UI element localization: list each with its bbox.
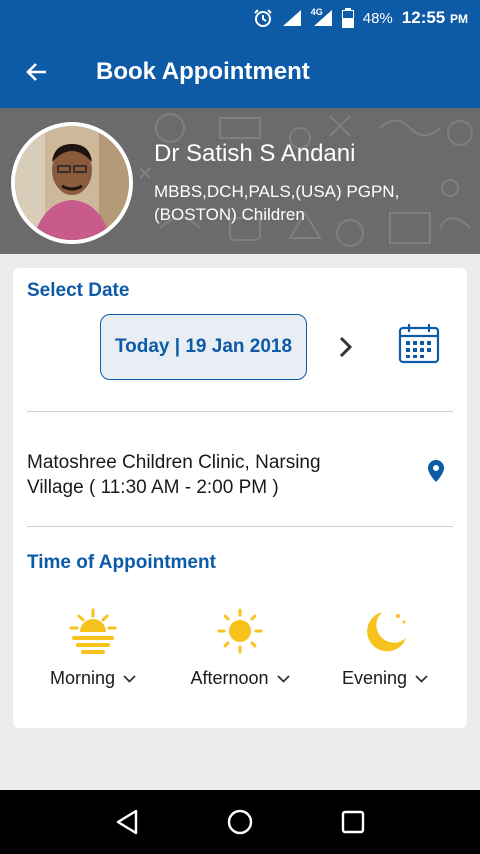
slot-morning[interactable]: Morning bbox=[28, 608, 158, 689]
doctor-name: Dr Satish S Andani bbox=[154, 140, 356, 167]
doctor-photo bbox=[15, 126, 129, 240]
back-arrow-icon bbox=[26, 63, 46, 81]
clinic-timing: Village ( 11:30 AM - 2:00 PM ) bbox=[27, 477, 279, 498]
nav-back-button[interactable] bbox=[107, 802, 147, 842]
location-pin-icon[interactable] bbox=[427, 459, 445, 483]
doctor-qualifications: MBBS,DCH,PALS,(USA) PGPN,(BOSTON) Childr… bbox=[154, 182, 400, 224]
chevron-right-icon bbox=[339, 336, 353, 358]
date-selector[interactable]: Today | 19 Jan 2018 bbox=[100, 314, 307, 380]
slot-label-morning: Morning bbox=[50, 668, 136, 689]
slot-text: Evening bbox=[341, 668, 408, 688]
network-type-label: 4G bbox=[310, 7, 323, 17]
circle-home-icon bbox=[227, 809, 253, 835]
signal-icon bbox=[282, 9, 302, 27]
triangle-back-icon bbox=[116, 809, 137, 835]
alarm-icon bbox=[253, 8, 273, 28]
doctor-avatar bbox=[11, 122, 133, 244]
time-of-appointment-heading: Time of Appointment bbox=[27, 552, 216, 573]
divider bbox=[27, 411, 453, 412]
nav-recents-button[interactable] bbox=[333, 802, 373, 842]
clinic-info[interactable]: Matoshree Children Clinic, Narsing Villa… bbox=[27, 450, 387, 500]
page-title: Book Appointment bbox=[96, 58, 310, 85]
select-date-heading: Select Date bbox=[27, 280, 130, 301]
system-navigation-bar bbox=[0, 790, 480, 854]
chevron-down-icon bbox=[123, 674, 136, 683]
divider bbox=[27, 526, 453, 527]
moon-icon bbox=[367, 612, 406, 652]
back-button[interactable] bbox=[0, 36, 74, 108]
slot-text: Afternoon bbox=[190, 668, 269, 688]
chevron-down-icon bbox=[276, 674, 290, 683]
clock: 12:55 PM bbox=[402, 8, 468, 28]
clock-ampm: PM bbox=[450, 12, 468, 26]
slot-label-evening: Evening bbox=[342, 668, 428, 689]
slot-text: Morning bbox=[49, 668, 116, 688]
slot-label-afternoon: Afternoon bbox=[190, 668, 290, 689]
battery-percent: 48% bbox=[362, 9, 393, 27]
slot-afternoon[interactable]: Afternoon bbox=[175, 608, 305, 689]
sunrise-icon bbox=[69, 608, 117, 654]
next-date-button[interactable] bbox=[331, 332, 361, 362]
chevron-down-icon bbox=[415, 674, 428, 683]
clock-time: 12:55 bbox=[401, 8, 446, 27]
square-recents-icon bbox=[342, 810, 365, 834]
battery-icon bbox=[341, 8, 354, 28]
booking-card: Select Date Today | 19 Jan 2018 Matoshre… bbox=[13, 268, 467, 728]
status-bar: 4G 48% 12:55 PM bbox=[0, 0, 480, 36]
sun-icon bbox=[217, 608, 263, 654]
app-bar: Book Appointment bbox=[0, 36, 480, 108]
clinic-name: Matoshree Children Clinic, Narsing bbox=[27, 452, 321, 473]
signal-4g-icon: 4G bbox=[310, 7, 333, 27]
calendar-button[interactable] bbox=[398, 322, 440, 364]
nav-home-button[interactable] bbox=[220, 802, 260, 842]
slot-evening[interactable]: Evening bbox=[320, 608, 450, 689]
doctor-header: Dr Satish S Andani MBBS,DCH,PALS,(USA) P… bbox=[0, 108, 480, 254]
calendar-icon bbox=[398, 324, 440, 364]
